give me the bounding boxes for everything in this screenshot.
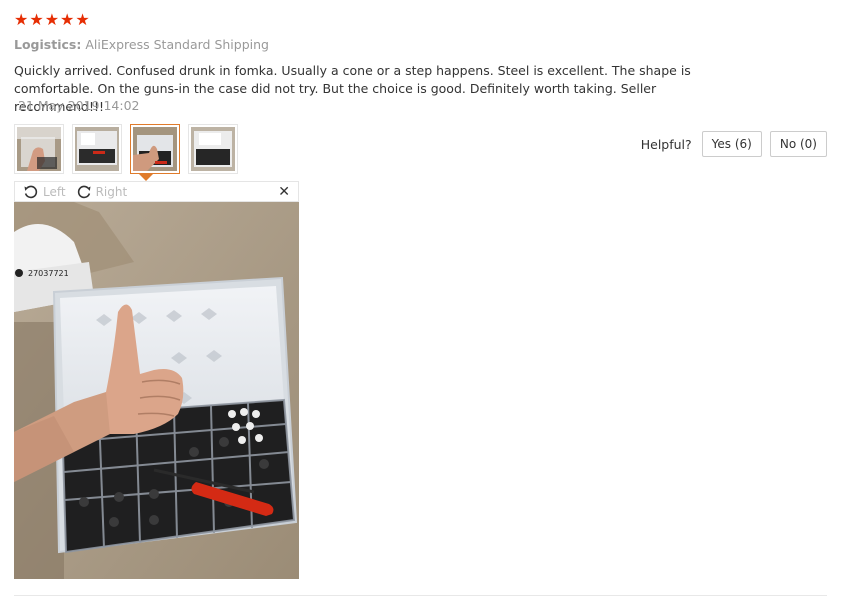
rotate-left-label: Left	[43, 184, 66, 199]
rating-stars: ★ ★ ★ ★ ★	[14, 11, 90, 29]
rotate-left-button[interactable]: Left	[23, 184, 66, 200]
star-icon: ★	[44, 10, 60, 29]
thumbnail-3[interactable]	[130, 124, 180, 174]
star-icon: ★	[29, 10, 44, 29]
star-icon: ★	[14, 10, 29, 29]
active-thumbnail-pointer	[139, 174, 153, 181]
rotate-right-icon	[77, 185, 91, 198]
close-viewer-icon[interactable]: ✕	[278, 184, 290, 200]
thumbnail-2[interactable]	[72, 124, 122, 174]
review-date: 21 May 2019 14:02	[18, 98, 140, 113]
box-label-text: 27037721	[28, 269, 69, 278]
thumbnail-photo	[75, 127, 119, 171]
review-photo: 27037721	[14, 202, 299, 579]
review-divider	[14, 595, 827, 596]
helpful-label: Helpful?	[640, 136, 692, 152]
thumbnail-photo	[17, 127, 61, 171]
helpful-no-button[interactable]: No (0)	[769, 131, 827, 157]
logistics-label: Logistics:	[14, 37, 82, 52]
thumbnail-4[interactable]	[188, 124, 238, 174]
photo-thumbnails	[14, 124, 238, 174]
thumbnail-1[interactable]	[14, 124, 64, 174]
helpful-vote: Helpful? Yes (6) No (0)	[641, 131, 827, 157]
rotate-right-label: Right	[95, 184, 128, 199]
viewer-toolbar: Left Right ✕	[14, 181, 299, 202]
rotate-left-icon	[24, 185, 38, 198]
logistics-info: Logistics: AliExpress Standard Shipping	[14, 37, 269, 52]
thumbnail-photo	[191, 127, 235, 171]
star-icon: ★	[60, 10, 75, 29]
rotate-right-button[interactable]: Right	[76, 184, 128, 200]
logistics-value: AliExpress Standard Shipping	[85, 37, 269, 52]
thumbnail-photo	[133, 127, 177, 171]
helpful-yes-button[interactable]: Yes (6)	[701, 131, 762, 157]
photo-viewer: Left Right ✕ 27037721	[14, 181, 299, 579]
star-icon: ★	[75, 10, 90, 29]
